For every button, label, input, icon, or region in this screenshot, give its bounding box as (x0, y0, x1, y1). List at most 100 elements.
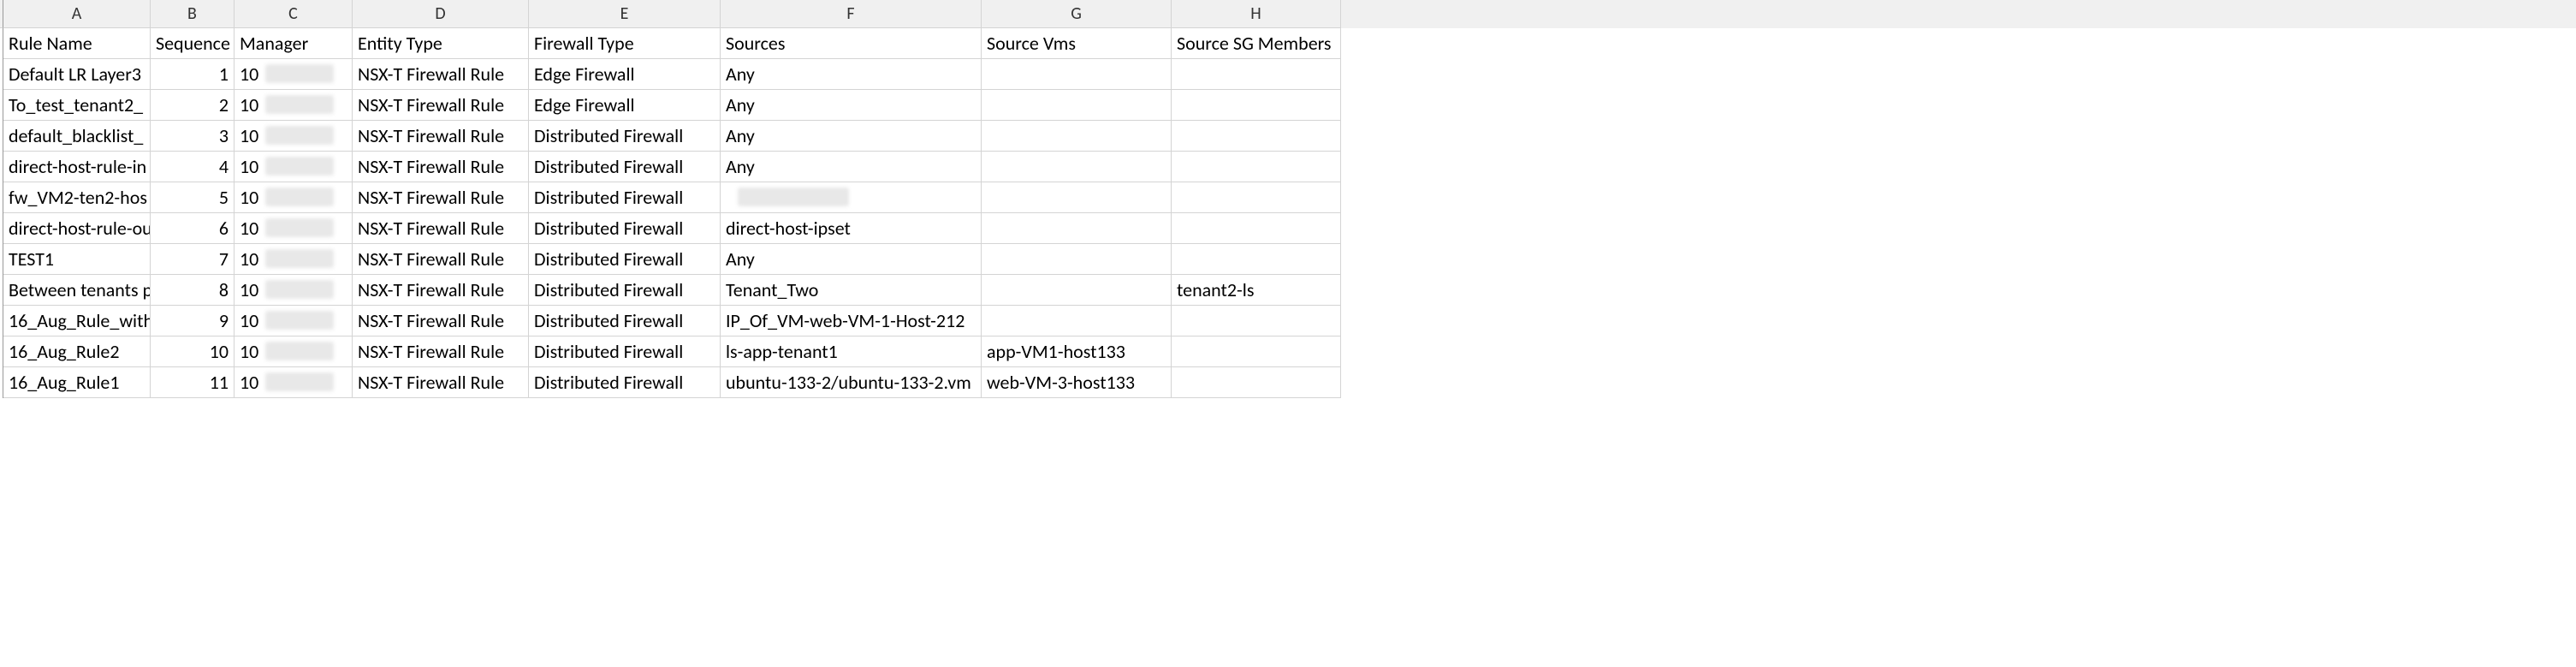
cell-A[interactable]: direct-host-rule-in (3, 152, 151, 182)
cell-E[interactable]: Distributed Firewall (529, 244, 721, 275)
column-header-G[interactable]: G (982, 0, 1172, 28)
cell-E[interactable]: Distributed Firewall (529, 182, 721, 213)
cell-H[interactable] (1172, 336, 1341, 367)
cell-A[interactable]: direct-host-rule-ou (3, 213, 151, 244)
cell-H[interactable] (1172, 90, 1341, 121)
cell-B[interactable]: 8 (151, 275, 234, 306)
column-header-A[interactable]: A (3, 0, 151, 28)
cell-F[interactable]: ls-app-tenant1 (721, 336, 982, 367)
cell-A[interactable]: 16_Aug_Rule2 (3, 336, 151, 367)
column-header-F[interactable]: F (721, 0, 982, 28)
cell-E[interactable]: Edge Firewall (529, 59, 721, 90)
cell-C[interactable]: 10 (234, 59, 353, 90)
cell-B[interactable]: 4 (151, 152, 234, 182)
cell-B[interactable]: 6 (151, 213, 234, 244)
cell-G[interactable] (982, 59, 1172, 90)
cell-H[interactable] (1172, 244, 1341, 275)
cell-E[interactable]: Distributed Firewall (529, 121, 721, 152)
column-header-E[interactable]: E (529, 0, 721, 28)
column-header-H[interactable]: H (1172, 0, 1341, 28)
cell-C[interactable]: 10 (234, 306, 353, 336)
cell-D[interactable]: NSX-T Firewall Rule (353, 275, 529, 306)
cell-C[interactable]: 10 (234, 336, 353, 367)
cell-H[interactable] (1172, 152, 1341, 182)
cell-E[interactable]: Distributed Firewall (529, 336, 721, 367)
cell-G[interactable] (982, 121, 1172, 152)
cell-F[interactable]: Any (721, 152, 982, 182)
cell-H[interactable] (1172, 59, 1341, 90)
cell-G[interactable] (982, 275, 1172, 306)
cell-C[interactable]: 10 (234, 182, 353, 213)
column-header-C[interactable]: C (234, 0, 353, 28)
header-cell-sources[interactable]: Sources (721, 28, 982, 59)
cell-B[interactable]: 7 (151, 244, 234, 275)
cell-A[interactable]: Default LR Layer3 (3, 59, 151, 90)
cell-B[interactable]: 11 (151, 367, 234, 398)
cell-B[interactable]: 5 (151, 182, 234, 213)
cell-D[interactable]: NSX-T Firewall Rule (353, 59, 529, 90)
cell-F[interactable] (721, 182, 982, 213)
spreadsheet-grid[interactable]: A B C D E F G H Rule Name Sequence Manag… (0, 0, 2576, 398)
column-header-D[interactable]: D (353, 0, 529, 28)
cell-F[interactable]: IP_Of_VM-web-VM-1-Host-212 (721, 306, 982, 336)
cell-A[interactable]: 16_Aug_Rule_with (3, 306, 151, 336)
cell-H[interactable] (1172, 367, 1341, 398)
cell-F[interactable]: Any (721, 90, 982, 121)
cell-E[interactable]: Distributed Firewall (529, 152, 721, 182)
cell-C[interactable]: 10 (234, 90, 353, 121)
header-cell-sequence[interactable]: Sequence (151, 28, 234, 59)
cell-G[interactable]: web-VM-3-host133 (982, 367, 1172, 398)
header-cell-manager[interactable]: Manager (234, 28, 353, 59)
cell-A[interactable]: fw_VM2-ten2-hos (3, 182, 151, 213)
cell-D[interactable]: NSX-T Firewall Rule (353, 121, 529, 152)
cell-C[interactable]: 10 (234, 152, 353, 182)
cell-D[interactable]: NSX-T Firewall Rule (353, 306, 529, 336)
header-cell-source-sg-members[interactable]: Source SG Members (1172, 28, 1341, 59)
cell-H[interactable] (1172, 306, 1341, 336)
cell-D[interactable]: NSX-T Firewall Rule (353, 336, 529, 367)
cell-D[interactable]: NSX-T Firewall Rule (353, 213, 529, 244)
cell-B[interactable]: 2 (151, 90, 234, 121)
cell-H[interactable] (1172, 121, 1341, 152)
cell-D[interactable]: NSX-T Firewall Rule (353, 152, 529, 182)
cell-D[interactable]: NSX-T Firewall Rule (353, 182, 529, 213)
cell-G[interactable]: app-VM1-host133 (982, 336, 1172, 367)
cell-E[interactable]: Distributed Firewall (529, 275, 721, 306)
cell-A[interactable]: To_test_tenant2_ (3, 90, 151, 121)
cell-B[interactable]: 3 (151, 121, 234, 152)
cell-A[interactable]: 16_Aug_Rule1 (3, 367, 151, 398)
cell-E[interactable]: Edge Firewall (529, 90, 721, 121)
cell-F[interactable]: direct-host-ipset (721, 213, 982, 244)
cell-H[interactable]: tenant2-ls (1172, 275, 1341, 306)
cell-B[interactable]: 9 (151, 306, 234, 336)
cell-C[interactable]: 10 (234, 121, 353, 152)
cell-G[interactable] (982, 306, 1172, 336)
cell-C[interactable]: 10 (234, 367, 353, 398)
cell-F[interactable]: Any (721, 244, 982, 275)
cell-E[interactable]: Distributed Firewall (529, 306, 721, 336)
cell-C[interactable]: 10 (234, 213, 353, 244)
cell-F[interactable]: Any (721, 59, 982, 90)
cell-G[interactable] (982, 182, 1172, 213)
cell-B[interactable]: 10 (151, 336, 234, 367)
cell-F[interactable]: Any (721, 121, 982, 152)
cell-B[interactable]: 1 (151, 59, 234, 90)
cell-H[interactable] (1172, 182, 1341, 213)
header-cell-source-vms[interactable]: Source Vms (982, 28, 1172, 59)
header-cell-rule-name[interactable]: Rule Name (3, 28, 151, 59)
header-cell-firewall-type[interactable]: Firewall Type (529, 28, 721, 59)
cell-E[interactable]: Distributed Firewall (529, 367, 721, 398)
column-header-B[interactable]: B (151, 0, 234, 28)
cell-F[interactable]: ubuntu-133-2/ubuntu-133-2.vm (721, 367, 982, 398)
header-cell-entity-type[interactable]: Entity Type (353, 28, 529, 59)
cell-E[interactable]: Distributed Firewall (529, 213, 721, 244)
cell-D[interactable]: NSX-T Firewall Rule (353, 367, 529, 398)
cell-A[interactable]: TEST1 (3, 244, 151, 275)
cell-G[interactable] (982, 90, 1172, 121)
cell-D[interactable]: NSX-T Firewall Rule (353, 90, 529, 121)
cell-G[interactable] (982, 244, 1172, 275)
cell-C[interactable]: 10 (234, 244, 353, 275)
cell-A[interactable]: Between tenants p (3, 275, 151, 306)
cell-A[interactable]: default_blacklist_ (3, 121, 151, 152)
cell-H[interactable] (1172, 213, 1341, 244)
